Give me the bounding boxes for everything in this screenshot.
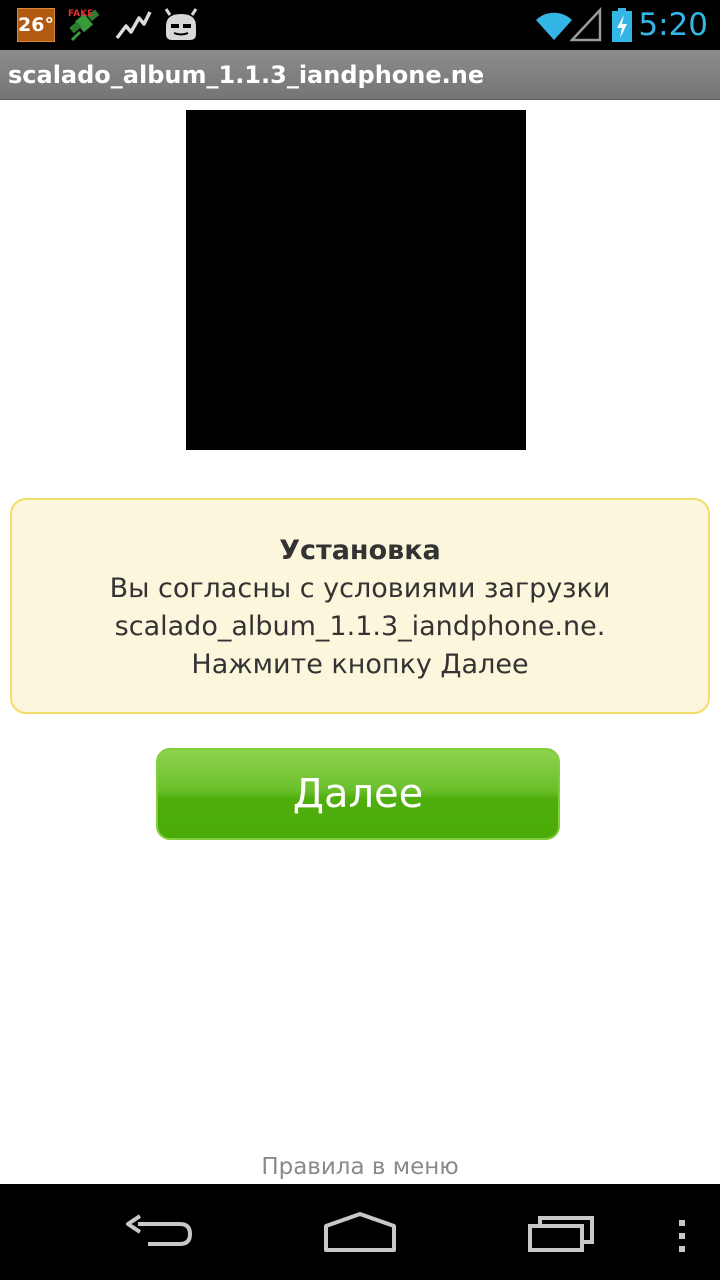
svg-text:FAKE: FAKE (68, 9, 93, 19)
clock: 5:20 (638, 7, 708, 43)
recent-apps-icon[interactable] (526, 1202, 598, 1262)
info-line-agreement: Вы согласны с условиями загрузки (109, 573, 611, 604)
battery-charging-icon (610, 6, 634, 48)
page-title: scalado_album_1.1.3_iandphone.ne (8, 61, 485, 89)
rules-link[interactable]: Правила в меню (0, 1150, 720, 1184)
activity-graph-icon (114, 6, 152, 48)
temperature-icon: 26° (17, 8, 55, 42)
app-preview-image (186, 110, 526, 450)
cell-signal-icon (569, 6, 604, 48)
info-line-instruction: Нажмите кнопку Далее (191, 649, 529, 680)
status-bar: 26° FAKE 5:20 (0, 0, 720, 50)
next-button[interactable]: Далее (156, 748, 560, 840)
install-info-box: Установка Вы согласны с условиями загруз… (10, 498, 710, 714)
navigation-bar (0, 1184, 720, 1280)
info-line-filename: scalado_album_1.1.3_iandphone.ne. (114, 611, 606, 642)
title-bar: scalado_album_1.1.3_iandphone.ne (0, 50, 720, 100)
home-icon[interactable] (322, 1202, 398, 1262)
back-icon[interactable] (122, 1202, 196, 1262)
screen: 26° FAKE 5:20 scalado_album_1.1.3_iandph… (0, 0, 720, 1280)
menu-overflow-icon[interactable] (672, 1202, 692, 1262)
wifi-icon (534, 6, 574, 48)
info-title: Установка (279, 535, 441, 566)
cyanogenmod-android-icon (162, 6, 200, 48)
fake-gps-satellite-icon: FAKE (66, 6, 104, 48)
